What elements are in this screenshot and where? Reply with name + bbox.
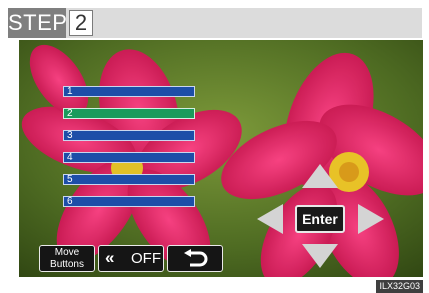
off-label: OFF [131,250,161,267]
memory-list-item[interactable]: 4 [63,152,195,163]
memory-list-item[interactable]: 3 [63,130,195,141]
memory-list-item-selected[interactable]: 2 [63,108,195,119]
down-arrow-icon[interactable] [302,244,338,268]
figure-code: ILX32G03 [376,280,423,293]
move-buttons-label-line2: Buttons [50,259,84,270]
memory-item-number: 3 [67,130,73,141]
move-buttons-button[interactable]: Move Buttons [39,245,95,272]
display-screen: 1 2 3 4 5 6 Enter Move Buttons « OFF [19,40,423,277]
double-chevron-left-icon: « [105,248,115,267]
memory-item-number: 4 [67,152,73,163]
up-arrow-icon[interactable] [302,164,338,188]
back-button[interactable] [167,245,223,272]
right-arrow-icon[interactable] [358,204,384,234]
off-button[interactable]: « OFF [98,245,164,272]
memory-list: 1 2 3 4 5 6 [63,86,195,218]
memory-item-number: 5 [67,174,73,185]
enter-button[interactable]: Enter [295,205,345,233]
left-arrow-icon[interactable] [257,204,283,234]
memory-list-item[interactable]: 6 [63,196,195,207]
memory-item-number: 1 [67,86,73,97]
return-icon [184,249,208,267]
step-number: 2 [69,10,93,36]
memory-list-item[interactable]: 1 [63,86,195,97]
move-buttons-label-line1: Move [54,247,80,258]
step-label: STEP [8,8,67,38]
memory-list-item[interactable]: 5 [63,174,195,185]
memory-item-number: 2 [67,108,73,119]
memory-item-number: 6 [67,196,73,207]
